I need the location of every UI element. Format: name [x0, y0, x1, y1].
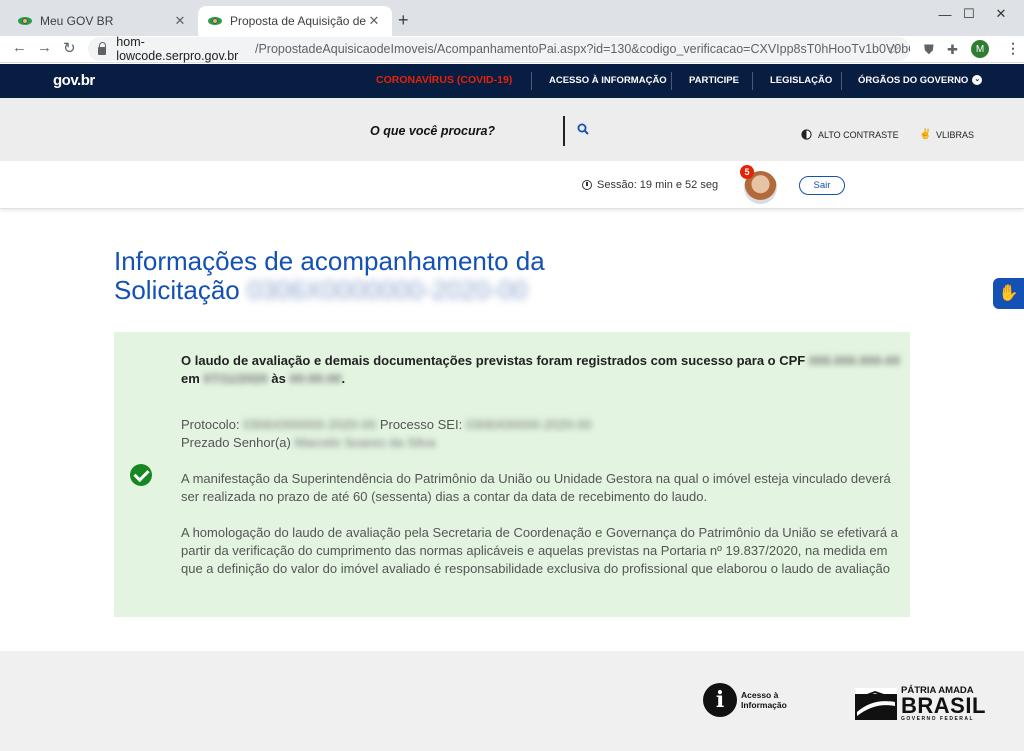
- browser-tab-active[interactable]: Proposta de Aquisição de Imóvel ✕: [198, 6, 392, 36]
- close-tab-icon[interactable]: ✕: [366, 13, 382, 29]
- tab-title: Meu GOV BR: [40, 14, 114, 28]
- page-title-line2: Solicitação: [114, 275, 240, 305]
- search-area: O que você procura? ALTO CONTRASTE ✌ VLI…: [0, 98, 1024, 161]
- vlibras-widget-icon[interactable]: ✋: [993, 278, 1024, 309]
- nav-link-participe[interactable]: PARTICIPE: [689, 75, 739, 86]
- acesso-informacao-label: Acesso à Informação: [741, 690, 787, 710]
- browser-tab[interactable]: Meu GOV BR ✕: [8, 6, 198, 36]
- nav-link-legislacao[interactable]: LEGISLAÇÃO: [770, 75, 832, 86]
- window-close-icon[interactable]: ✕: [978, 0, 1024, 28]
- brasil-flag-mark-icon: [855, 688, 897, 720]
- vlibras-hands-icon: ✌: [919, 129, 932, 140]
- patria-line3: GOVERNO FEDERAL: [901, 716, 975, 722]
- chevron-down-icon: ⌄: [972, 75, 983, 86]
- search-divider: [563, 116, 565, 146]
- success-lead-text: O laudo de avaliação e demais documentaç…: [181, 353, 806, 368]
- reload-icon[interactable]: ↻: [63, 39, 76, 57]
- nav-link-coronavirus[interactable]: CORONAVÍRUS (COVID-19): [376, 74, 512, 86]
- govbr-logo[interactable]: gov.br: [53, 72, 95, 89]
- bookmark-star-icon[interactable]: ☆: [887, 41, 900, 58]
- time-redacted: 00:00:00: [289, 371, 342, 386]
- greeting-line: Prezado Senhor(a) Marcelo Soares da Silv…: [181, 434, 906, 452]
- new-tab-icon[interactable]: +: [398, 10, 409, 31]
- acesso-line2: Informação: [741, 700, 787, 710]
- homologation-paragraph: A homologação do laudo de avaliação pela…: [181, 525, 898, 576]
- date-redacted: 07/11/2020: [203, 371, 268, 386]
- session-timer: Sessão: 19 min e 52 seg: [582, 179, 718, 191]
- nav-divider: [671, 72, 672, 90]
- processo-label: Processo SEI:: [379, 417, 463, 432]
- deadline-paragraph: A manifestação da Superintendência do Pa…: [181, 471, 891, 504]
- lock-icon: [98, 41, 107, 55]
- patria-amada-brasil-logo: PÁTRIA AMADA BRASIL GOVERNO FEDERAL: [855, 686, 986, 722]
- name-redacted: Marcelo Soares da Silva: [294, 435, 436, 450]
- shield-extension-icon[interactable]: ⛊: [924, 42, 934, 58]
- nav-link-orgaos-governo[interactable]: ÓRGÃOS DO GOVERNO ⌄: [858, 75, 983, 86]
- nav-divider: [531, 72, 532, 90]
- forward-icon[interactable]: →: [37, 39, 52, 56]
- vlibras-label: VLIBRAS: [936, 129, 975, 140]
- patria-line2: BRASIL: [901, 693, 986, 718]
- contrast-icon: [801, 129, 812, 140]
- check-circle-icon: [130, 464, 152, 486]
- prezado-label: Prezado Senhor(a): [181, 435, 291, 450]
- nav-link-label: ÓRGÃOS DO GOVERNO: [858, 75, 969, 86]
- nav-link-acesso-informacao[interactable]: ACESSO À INFORMAÇÃO: [549, 75, 667, 86]
- gov-header-bar: gov.br CORONAVÍRUS (COVID-19) ACESSO À I…: [0, 64, 1024, 98]
- protocol-line: Protocolo: 0306X000000-2020-00 Processo …: [181, 416, 906, 434]
- info-icon: i: [703, 683, 737, 717]
- protocolo-redacted: 0306X000000-2020-00: [243, 417, 377, 432]
- page-title-line1: Informações de acompanhamento da: [114, 246, 545, 276]
- processo-redacted: 0306X00000-2020-00: [465, 417, 592, 432]
- tab-title: Proposta de Aquisição de Imóvel: [230, 14, 366, 28]
- logout-button[interactable]: Sair: [799, 176, 845, 195]
- profile-avatar[interactable]: M: [971, 40, 989, 58]
- protocolo-label: Protocolo:: [181, 417, 240, 432]
- search-input[interactable]: O que você procura?: [370, 124, 495, 138]
- search-icon[interactable]: [577, 123, 589, 135]
- browser-toolbar: ← → ↻ hom-lowcode.serpro.gov.br /Propost…: [0, 35, 1024, 63]
- url-path: /PropostadeAquisicaodeImoveis/Acompanham…: [255, 42, 910, 56]
- clock-icon: [582, 180, 592, 190]
- success-message: O laudo de avaliação e demais documentaç…: [114, 332, 910, 617]
- acesso-line1: Acesso à: [741, 690, 779, 700]
- success-as: às: [271, 371, 286, 386]
- url-host: hom-lowcode.serpro.gov.br: [116, 35, 239, 63]
- page-title: Informações de acompanhamento da Solicit…: [114, 247, 634, 305]
- back-icon[interactable]: ←: [12, 39, 27, 56]
- acesso-informacao-logo[interactable]: i Acesso à Informação: [703, 683, 787, 717]
- success-em: em: [181, 371, 200, 386]
- request-number-redacted: 0306X0000000-2020-00: [246, 275, 528, 305]
- extensions-puzzle-icon[interactable]: ✚: [947, 42, 958, 58]
- high-contrast-label: ALTO CONTRASTE: [818, 129, 899, 140]
- high-contrast-toggle[interactable]: ALTO CONTRASTE: [801, 129, 899, 140]
- user-session-bar: Sessão: 19 min e 52 seg 5 Sair: [0, 161, 1024, 209]
- address-bar[interactable]: hom-lowcode.serpro.gov.br /PropostadeAqu…: [88, 35, 910, 63]
- notification-badge[interactable]: 5: [740, 165, 754, 179]
- cpf-redacted: 000.000.000-00: [808, 353, 900, 368]
- close-tab-icon[interactable]: ✕: [172, 13, 188, 29]
- patria-text: PÁTRIA AMADA BRASIL GOVERNO FEDERAL: [901, 686, 986, 723]
- session-timer-text: Sessão: 19 min e 52 seg: [597, 179, 719, 191]
- vlibras-toggle[interactable]: ✌ VLIBRAS: [919, 129, 974, 140]
- gov-favicon-icon: [208, 14, 222, 28]
- nav-divider: [752, 72, 753, 90]
- nav-divider: [841, 72, 842, 90]
- gov-favicon-icon: [18, 14, 32, 28]
- browser-menu-icon[interactable]: ⋮: [1006, 40, 1020, 57]
- success-lead: O laudo de avaliação e demais documentaç…: [181, 353, 900, 386]
- browser-tab-bar: Meu GOV BR ✕ Proposta de Aquisição de Im…: [0, 0, 1024, 36]
